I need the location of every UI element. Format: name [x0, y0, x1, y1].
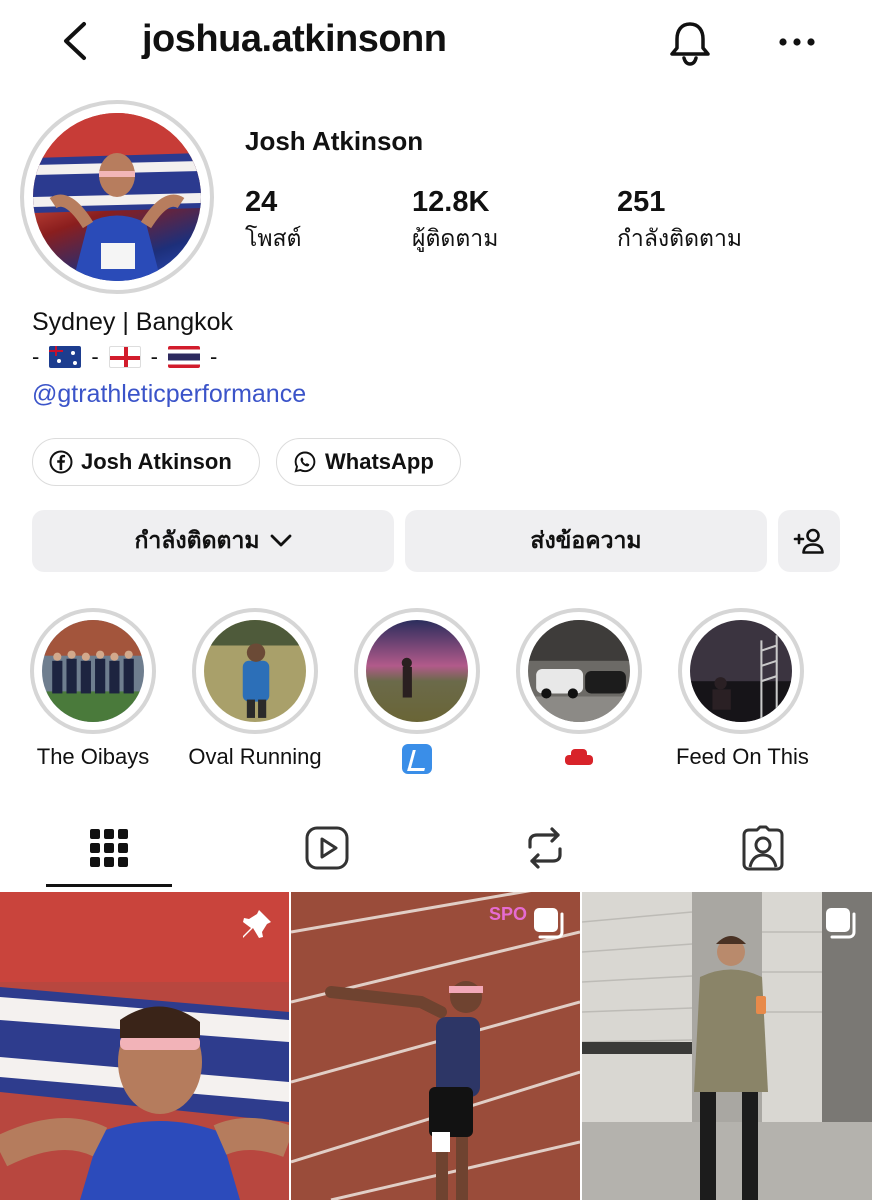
post-thumbnail[interactable]: SPO: [291, 892, 580, 1200]
facebook-link-pill[interactable]: Josh Atkinson: [32, 438, 260, 486]
bio-dash: -: [91, 344, 99, 369]
back-button[interactable]: [56, 18, 96, 64]
top-bar: joshua.atkinsonn: [0, 0, 872, 90]
chevron-left-icon: [64, 22, 86, 60]
avatar: [33, 113, 201, 281]
highlight-label: Feed On This: [676, 744, 809, 769]
suggest-users-button[interactable]: [778, 510, 840, 572]
watermark-text: SPO: [489, 904, 528, 924]
highlight-ring: [354, 608, 480, 734]
highlight-cover: [204, 620, 306, 722]
story-highlight[interactable]: [352, 608, 482, 774]
followers-stat[interactable]: 12.8K ผู้ติดตาม: [412, 186, 498, 257]
reels-icon: [305, 826, 349, 870]
bio-dash: -: [209, 344, 218, 369]
more-options-button[interactable]: [772, 24, 822, 60]
carousel-icon: [534, 908, 564, 939]
reposts-icon: [528, 827, 562, 869]
bio-dash: -: [150, 344, 158, 369]
highlight-label: [514, 744, 644, 770]
story-highlight[interactable]: Oval Running: [188, 608, 322, 770]
tab-posts-grid[interactable]: [0, 808, 218, 888]
posts-count: 24: [245, 186, 278, 218]
posts-label: โพสต์: [245, 226, 302, 252]
whatsapp-link-label: WhatsApp: [325, 449, 434, 474]
thailand-flag-icon: [167, 346, 200, 368]
profile-display-name: Josh Atkinson: [245, 126, 424, 156]
red-car-icon: [563, 747, 595, 769]
bio-location: Sydney | Bangkok: [32, 308, 234, 336]
highlight-cover: [690, 620, 792, 722]
highlight-ring: [30, 608, 156, 734]
active-tab-indicator: [46, 884, 172, 887]
post-thumbnail[interactable]: [0, 892, 289, 1200]
add-user-icon: [793, 528, 824, 554]
running-emoji-icon: [402, 744, 432, 774]
whatsapp-icon: [294, 451, 316, 473]
notifications-button[interactable]: [664, 16, 716, 68]
facebook-icon: [49, 450, 73, 474]
following-count: 251: [617, 186, 666, 218]
bio-flags: - - - -: [32, 344, 217, 370]
following-stat[interactable]: 251 กำลังติดตาม: [617, 186, 742, 257]
post-thumbnail[interactable]: [582, 892, 872, 1200]
bio-mention-link[interactable]: @gtrathleticperformance: [32, 380, 306, 409]
bio-dash: -: [32, 344, 40, 369]
more-dots-icon: [779, 38, 815, 46]
story-highlight[interactable]: The Oibays: [28, 608, 158, 770]
highlight-cover: [366, 620, 468, 722]
story-highlight[interactable]: Feed On This: [676, 608, 809, 770]
chevron-down-icon: [270, 534, 291, 547]
tab-reels[interactable]: [218, 808, 436, 888]
pin-icon: [243, 910, 271, 938]
story-highlight[interactable]: [514, 608, 644, 770]
message-button[interactable]: ส่งข้อความ: [405, 510, 767, 572]
tagged-icon: [742, 825, 784, 871]
posts-stat[interactable]: 24 โพสต์: [245, 186, 302, 257]
highlight-label: The Oibays: [36, 744, 150, 769]
highlight-ring: [192, 608, 318, 734]
highlight-label: Oval Running: [188, 744, 322, 769]
following-label: กำลังติดตาม: [617, 226, 743, 252]
profile-username: joshua.atkinsonn: [142, 18, 447, 60]
tab-tagged[interactable]: [654, 808, 872, 888]
followers-count: 12.8K: [412, 186, 490, 218]
england-flag-icon: [108, 346, 141, 368]
highlight-label: [352, 744, 482, 774]
bell-icon: [670, 22, 710, 66]
grid-icon: [90, 829, 128, 867]
whatsapp-link-pill[interactable]: WhatsApp: [276, 438, 461, 486]
highlight-ring: [516, 608, 642, 734]
highlight-cover: [42, 620, 144, 722]
facebook-link-label: Josh Atkinson: [81, 449, 232, 474]
profile-avatar-ring[interactable]: [20, 100, 214, 294]
tab-reposts[interactable]: [436, 808, 654, 888]
message-button-label: ส่งข้อความ: [530, 528, 642, 554]
following-button-label: กำลังติดตาม: [134, 528, 260, 554]
carousel-icon: [826, 908, 856, 939]
australia-flag-icon: [49, 346, 82, 368]
highlight-cover: [528, 620, 630, 722]
highlight-ring: [678, 608, 804, 734]
following-button[interactable]: กำลังติดตาม: [32, 510, 394, 572]
followers-label: ผู้ติดตาม: [412, 226, 499, 252]
